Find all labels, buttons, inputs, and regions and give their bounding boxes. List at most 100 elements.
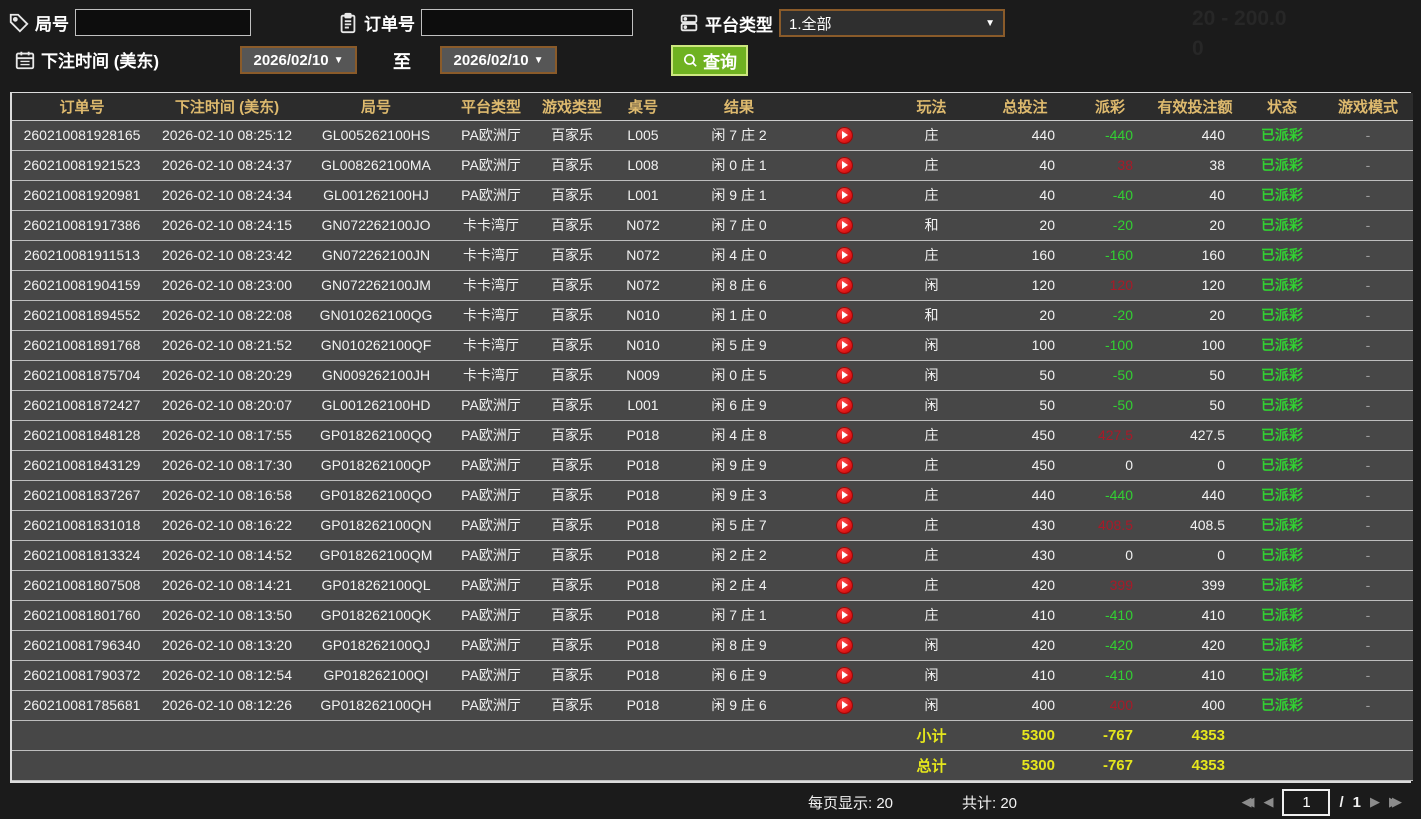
replay-play-icon[interactable] [835, 156, 853, 174]
table-no-cell: N072 [612, 270, 674, 301]
mode-cell: - [1323, 510, 1413, 541]
order-no-cell: 260210081837267 [12, 480, 152, 511]
payout-cell: -100 [1071, 330, 1149, 361]
replay-play-icon[interactable] [835, 276, 853, 294]
play-type-cell: 闲 [884, 390, 979, 421]
replay-play-icon[interactable] [835, 516, 853, 534]
replay-play-icon[interactable] [835, 486, 853, 504]
table-header-row: 订单号 下注时间 (美东) 局号 平台类型 游戏类型 桌号 结果 玩法 总投注 … [12, 93, 1413, 121]
result-cell: 闲 0 庄 1 [674, 150, 804, 181]
replay-play-icon[interactable] [835, 636, 853, 654]
bet-time-cell: 2026-02-10 08:24:15 [152, 210, 302, 241]
payout-cell: -50 [1071, 360, 1149, 391]
status-cell: 已派彩 [1241, 630, 1323, 661]
bet-time-cell: 2026-02-10 08:21:52 [152, 330, 302, 361]
game-type-cell: 百家乐 [532, 510, 612, 541]
valid-bet-cell: 408.5 [1149, 510, 1241, 541]
platform-cell: PA欧洲厅 [450, 660, 532, 691]
replay-play-icon[interactable] [835, 426, 853, 444]
platform-cell: PA欧洲厅 [450, 120, 532, 151]
game-no-cell: GN009262100JH [302, 360, 450, 391]
table-no-cell: P018 [612, 660, 674, 691]
platform-cell: PA欧洲厅 [450, 540, 532, 571]
replay-play-icon[interactable] [835, 546, 853, 564]
status-cell: 已派彩 [1241, 510, 1323, 541]
status-cell: 已派彩 [1241, 210, 1323, 241]
bet-history-table: 订单号 下注时间 (美东) 局号 平台类型 游戏类型 桌号 结果 玩法 总投注 … [10, 92, 1413, 783]
payout-cell: -410 [1071, 600, 1149, 631]
order-no-cell: 260210081801760 [12, 600, 152, 631]
replay-cell [804, 600, 884, 631]
bet-time-cell: 2026-02-10 08:20:29 [152, 360, 302, 391]
result-cell: 闲 0 庄 5 [674, 360, 804, 391]
replay-play-icon[interactable] [835, 186, 853, 204]
table-row: 260210081837267 2026-02-10 08:16:58 GP0182… [12, 480, 1413, 511]
subtotal-valid-bet: 4353 [1149, 720, 1241, 751]
play-type-cell: 庄 [884, 420, 979, 451]
play-type-cell: 庄 [884, 540, 979, 571]
replay-play-icon[interactable] [835, 666, 853, 684]
platform-cell: PA欧洲厅 [450, 480, 532, 511]
replay-cell [804, 390, 884, 421]
table-row: 260210081807508 2026-02-10 08:14:21 GP0182… [12, 570, 1413, 601]
bet-time-cell: 2026-02-10 08:24:37 [152, 150, 302, 181]
platform-cell: PA欧洲厅 [450, 570, 532, 601]
valid-bet-cell: 160 [1149, 240, 1241, 271]
next-page-icon[interactable]: ▶ [1370, 794, 1380, 810]
replay-play-icon[interactable] [835, 336, 853, 354]
play-type-cell: 闲 [884, 690, 979, 721]
valid-bet-cell: 20 [1149, 300, 1241, 331]
prev-page-icon[interactable]: ◀ [1263, 794, 1273, 810]
bet-time-cell: 2026-02-10 08:12:26 [152, 690, 302, 721]
replay-cell [804, 270, 884, 301]
play-type-cell: 闲 [884, 330, 979, 361]
page-number-input[interactable]: 1 [1282, 788, 1331, 816]
mode-cell: - [1323, 120, 1413, 151]
replay-play-icon[interactable] [835, 396, 853, 414]
replay-cell [804, 480, 884, 511]
play-type-cell: 闲 [884, 660, 979, 691]
replay-play-icon[interactable] [835, 216, 853, 234]
platform-selected-value: 1.全部 [789, 15, 832, 33]
last-page-icon[interactable]: ▶▶ [1389, 794, 1402, 810]
table-row: 260210081911513 2026-02-10 08:23:42 GN0722… [12, 240, 1413, 271]
replay-play-icon[interactable] [835, 126, 853, 144]
replay-cell [804, 300, 884, 331]
order-no-input[interactable] [421, 9, 633, 36]
subtotal-total-bet: 5300 [979, 720, 1071, 751]
result-cell: 闲 5 庄 7 [674, 510, 804, 541]
replay-play-icon[interactable] [835, 696, 853, 714]
search-button[interactable]: 查询 [671, 45, 748, 76]
status-cell: 已派彩 [1241, 240, 1323, 271]
platform-select[interactable]: 1.全部 ▼ [779, 9, 1005, 37]
valid-bet-cell: 440 [1149, 120, 1241, 151]
game-no-input[interactable] [75, 9, 251, 36]
total-bet-cell: 410 [979, 660, 1071, 691]
replay-play-icon[interactable] [835, 306, 853, 324]
order-no-group: 订单号 [337, 9, 633, 36]
total-bet-cell: 50 [979, 390, 1071, 421]
calendar-icon [14, 49, 36, 71]
replay-play-icon[interactable] [835, 606, 853, 624]
status-cell: 已派彩 [1241, 690, 1323, 721]
order-no-cell: 260210081904159 [12, 270, 152, 301]
replay-play-icon[interactable] [835, 366, 853, 384]
valid-bet-cell: 420 [1149, 630, 1241, 661]
order-no-cell: 260210081891768 [12, 330, 152, 361]
play-type-cell: 庄 [884, 510, 979, 541]
payout-cell: 399 [1071, 570, 1149, 601]
play-type-cell: 闲 [884, 360, 979, 391]
total-total-bet: 5300 [979, 750, 1071, 781]
bet-time-cell: 2026-02-10 08:17:30 [152, 450, 302, 481]
first-page-icon[interactable]: ◀◀ [1241, 794, 1254, 810]
status-cell: 已派彩 [1241, 270, 1323, 301]
valid-bet-cell: 0 [1149, 450, 1241, 481]
date-to-select[interactable]: 2026/02/10 ▼ [440, 46, 557, 74]
table-no-cell: P018 [612, 510, 674, 541]
replay-play-icon[interactable] [835, 576, 853, 594]
replay-play-icon[interactable] [835, 456, 853, 474]
valid-bet-cell: 400 [1149, 690, 1241, 721]
replay-play-icon[interactable] [835, 246, 853, 264]
chevron-down-icon: ▼ [333, 54, 344, 66]
date-from-select[interactable]: 2026/02/10 ▼ [240, 46, 357, 74]
